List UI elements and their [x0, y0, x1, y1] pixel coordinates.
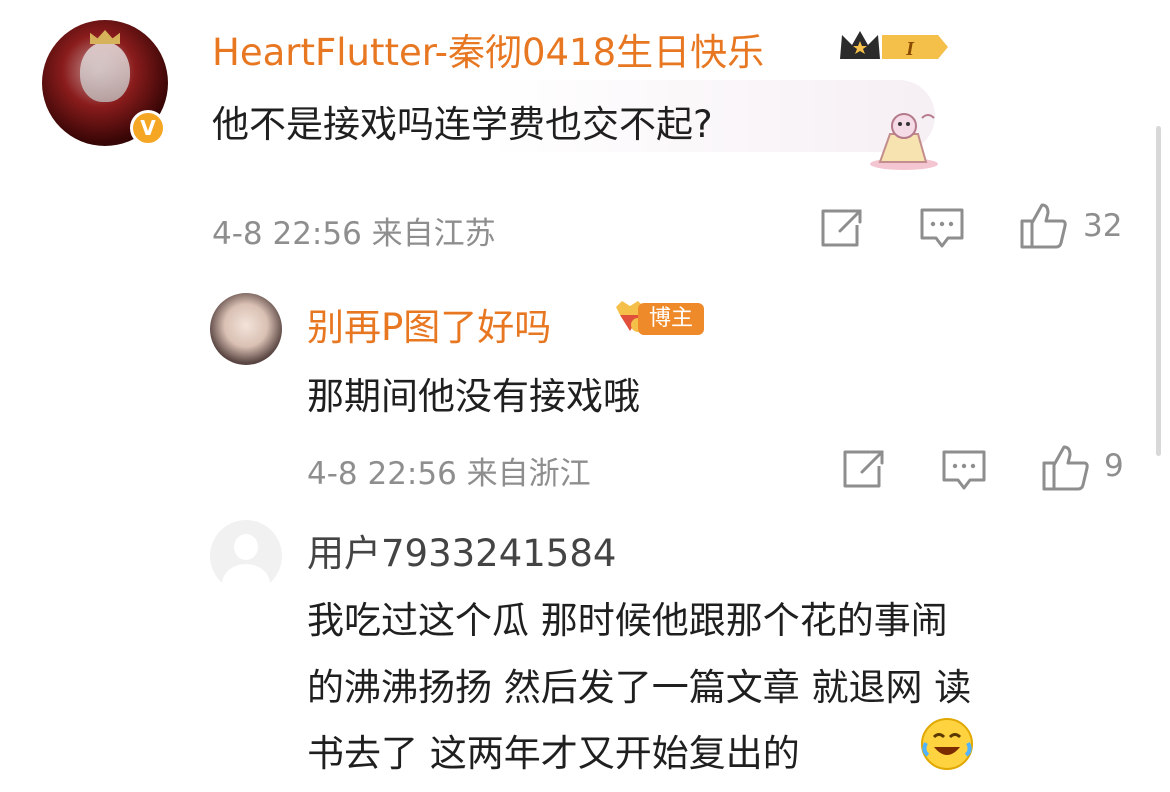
level-label: I [905, 38, 915, 60]
verified-badge-icon: V [130, 110, 166, 146]
comment-thread: V HeartFlutter-秦彻0418生日快乐 I 他不是接戏吗连学费也交不… [0, 0, 1170, 792]
comment-text: 他不是接戏吗连学费也交不起? [212, 103, 713, 146]
crown-level-badge: I [840, 31, 948, 60]
avatar[interactable] [210, 293, 282, 365]
scrollbar[interactable] [1156, 126, 1161, 456]
avatar-crown [90, 30, 120, 44]
cake-sticker-icon [870, 113, 938, 170]
comment-icon[interactable] [940, 448, 988, 494]
username[interactable]: 别再P图了好吗 [307, 297, 551, 351]
comment-text-line: 的沸沸扬扬 然后发了一篇文章 就退网 读 [307, 666, 972, 709]
username[interactable]: 用户7933241584 [307, 523, 616, 577]
like-icon[interactable] [1040, 443, 1092, 493]
default-avatar-body [222, 564, 270, 592]
comment-meta: 4-8 22:56 来自浙江 [307, 456, 591, 492]
repost-icon[interactable] [818, 207, 864, 249]
like-icon[interactable] [1018, 201, 1070, 251]
comment-text-line: 我吃过这个瓜 那时候他跟那个花的事闹 [307, 599, 948, 642]
repost-icon[interactable] [840, 448, 886, 490]
comment-icon[interactable] [918, 206, 966, 252]
like-count: 32 [1083, 208, 1123, 244]
username[interactable]: HeartFlutter-秦彻0418生日快乐 [212, 22, 764, 76]
comment-text-line: 书去了 这两年才又开始复出的 [307, 732, 800, 775]
default-avatar-head [234, 534, 258, 560]
blogger-badge-label: 博主 [638, 303, 704, 335]
like-count: 9 [1104, 448, 1124, 484]
avatar-face [80, 42, 130, 102]
comment-meta: 4-8 22:56 来自江苏 [212, 216, 496, 252]
blogger-badge: 博主 [610, 297, 705, 341]
laughing-crying-emoji [921, 718, 973, 770]
comment-text: 那期间他没有接戏哦 [307, 375, 640, 418]
avatar[interactable] [210, 520, 282, 592]
